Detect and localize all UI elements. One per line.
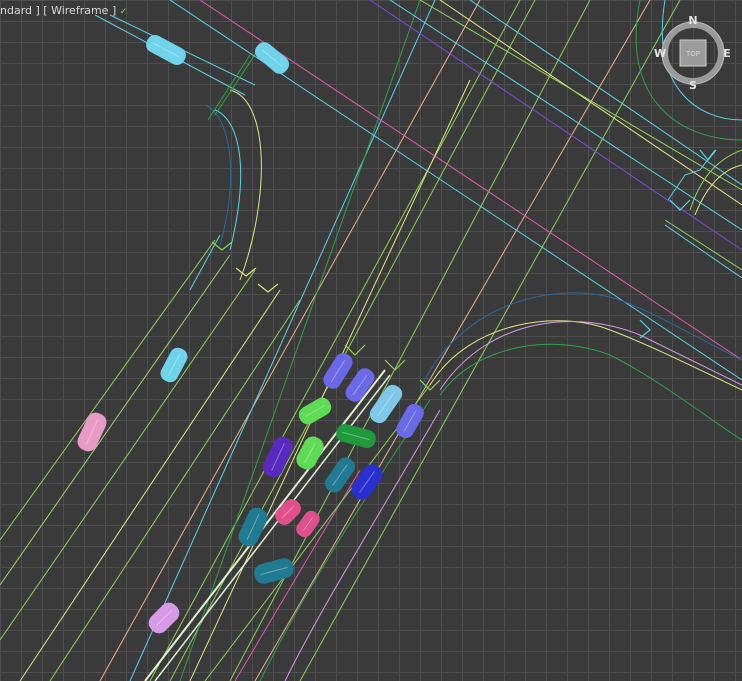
road-scene <box>0 0 742 681</box>
car-cyan-1 <box>146 35 186 65</box>
viewport-render-mode-menu[interactable]: [ Wireframe ] <box>43 4 116 17</box>
car-periwinkle-3 <box>396 403 424 439</box>
right-ramp <box>419 292 742 441</box>
chevron-markers <box>211 149 717 391</box>
car-green-1 <box>298 397 332 425</box>
road-lines-bottom <box>144 369 441 681</box>
compass-south[interactable]: S <box>689 79 697 92</box>
viewport-shading-menu[interactable]: ndard ] <box>0 4 40 17</box>
compass-west[interactable]: W <box>654 47 666 60</box>
viewport-menu-marker: ✓ <box>119 7 128 17</box>
road-lines-left <box>0 234 301 681</box>
car-teal-2 <box>238 507 268 547</box>
viewport-label: ndard ] [ Wireframe ] ✓ <box>0 3 127 19</box>
car-skyblue-1 <box>369 384 403 424</box>
viewcube-face-label: TOP <box>685 50 700 58</box>
3d-viewport[interactable]: ndard ] [ Wireframe ] ✓ TOP N S E W <box>0 0 742 681</box>
car-teal-3 <box>254 558 294 584</box>
viewcube[interactable]: TOP N S E W <box>654 14 732 92</box>
car-darkgreen-1 <box>336 423 376 449</box>
compass-north[interactable]: N <box>688 14 697 27</box>
compass-east[interactable]: E <box>723 47 731 60</box>
car-pink-1 <box>77 412 107 452</box>
car-cyan-3 <box>160 347 188 383</box>
